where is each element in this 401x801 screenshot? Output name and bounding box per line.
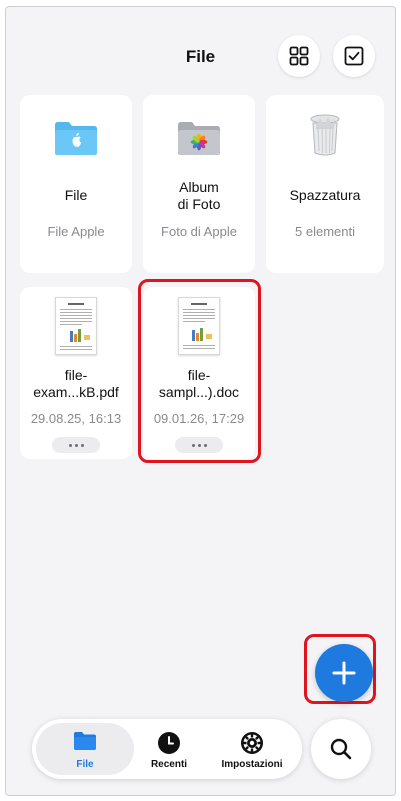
search-button[interactable] [311, 719, 371, 779]
folder-icon [74, 732, 96, 750]
dot-icon [191, 443, 195, 447]
tab-recenti[interactable]: Recenti [136, 723, 202, 775]
tab-label: File [76, 759, 94, 770]
dot-icon [197, 443, 201, 447]
dot-icon [203, 443, 207, 447]
dot-icon [80, 443, 84, 447]
folder-card-file[interactable]: File File Apple [20, 95, 132, 273]
folder-card-album[interactable]: Album di Foto Foto di Apple [143, 95, 255, 273]
more-options-button[interactable] [175, 437, 223, 453]
item-subtitle: 29.08.25, 16:13 [30, 411, 122, 426]
tab-label: Impostazioni [221, 759, 283, 770]
document-thumbnail [55, 297, 97, 355]
item-name: Album di Foto [177, 179, 221, 212]
file-card-pdf[interactable]: file- exam...kB.pdf 29.08.25, 16:13 [20, 287, 132, 459]
photos-folder-icon [178, 122, 220, 155]
tab-bar: File Recenti Impostazioni [32, 719, 302, 779]
item-subtitle: 09.01.26, 17:29 [153, 411, 245, 426]
add-button[interactable] [315, 644, 373, 702]
item-subtitle: 5 elementi [295, 224, 355, 239]
tab-label: Recenti [150, 759, 188, 770]
item-subtitle: Foto di Apple [161, 224, 237, 239]
dot-icon [68, 443, 72, 447]
select-button[interactable] [333, 35, 375, 77]
tab-file[interactable]: File [36, 723, 134, 775]
apple-folder-icon [55, 122, 97, 155]
trash-icon [310, 114, 340, 156]
file-card-doc[interactable]: file- sampl...).doc 09.01.26, 17:29 [143, 287, 255, 459]
search-icon [330, 738, 352, 760]
item-subtitle: File Apple [47, 224, 105, 239]
grid-view-button[interactable] [278, 35, 320, 77]
tab-impostazioni[interactable]: Impostazioni [204, 723, 300, 775]
document-thumbnail [178, 297, 220, 355]
item-name: File [64, 187, 88, 203]
checkbox-icon [344, 46, 364, 66]
clock-icon [158, 732, 180, 754]
dot-icon [74, 443, 78, 447]
more-options-button[interactable] [52, 437, 100, 453]
app-window: File File File Apple Album di Foto Foto … [5, 6, 396, 796]
item-name: Spazzatura [289, 187, 361, 203]
item-name: file- exam...kB.pdf [33, 367, 119, 400]
grid-icon [289, 46, 309, 66]
gear-icon [241, 732, 263, 754]
plus-icon [332, 661, 356, 685]
folder-card-trash[interactable]: Spazzatura 5 elementi [266, 95, 384, 273]
item-name: file- sampl...).doc [158, 367, 240, 400]
